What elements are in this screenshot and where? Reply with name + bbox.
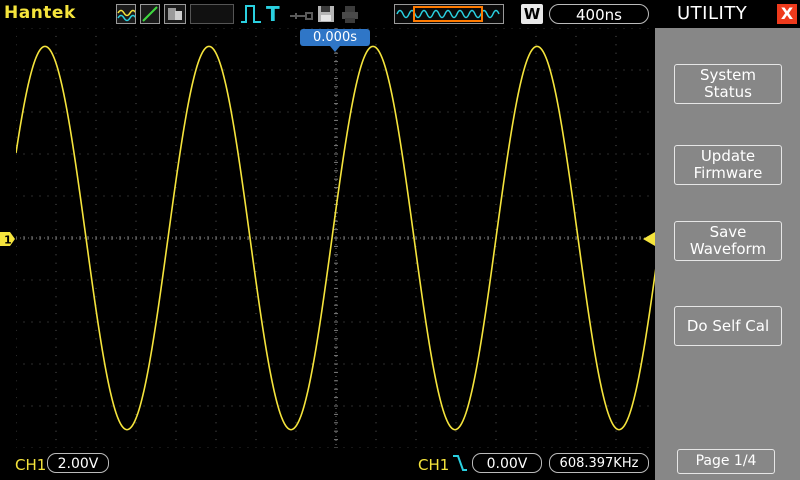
system-status-button[interactable]: System Status xyxy=(674,64,782,104)
trigger-level-readout[interactable]: 0.00V xyxy=(472,453,542,473)
timebase-mode-badge[interactable]: W xyxy=(521,4,543,24)
self-cal-button[interactable]: Do Self Cal xyxy=(674,306,782,346)
trigger-position-readout[interactable]: 0.000s xyxy=(300,29,370,46)
falling-edge-icon xyxy=(453,455,467,471)
trigger-position-arrow xyxy=(330,46,340,52)
ch1-label[interactable]: CH1 xyxy=(15,456,46,474)
memory-window-overview[interactable] xyxy=(394,4,504,24)
memory-window-marker xyxy=(413,6,483,22)
trigger-source-label[interactable]: CH1 xyxy=(418,456,449,474)
graticule xyxy=(16,28,656,448)
bottom-status-bar: CH1 2.00V CH1 0.00V 608.397KHz xyxy=(0,448,655,480)
trigger-type-label: T xyxy=(266,2,280,26)
close-icon[interactable]: X xyxy=(777,4,797,24)
persistence-icon[interactable] xyxy=(164,4,186,24)
save-waveform-button[interactable]: Save Waveform xyxy=(674,221,782,261)
oscilloscope-screen[interactable] xyxy=(16,28,656,448)
printer-icon[interactable] xyxy=(340,4,360,24)
update-firmware-button[interactable]: Update Firmware xyxy=(674,145,782,185)
ch1-marker-label: 1 xyxy=(4,234,12,247)
menu-title-bar: UTILITY X xyxy=(655,0,800,28)
top-status-bar: Hantek T W 400ns xyxy=(0,0,655,28)
page-button[interactable]: Page 1/4 xyxy=(677,449,775,474)
status-box xyxy=(190,4,234,24)
brand-logo: Hantek xyxy=(4,3,76,23)
save-disk-icon[interactable] xyxy=(316,4,336,24)
rising-edge-icon xyxy=(240,4,262,24)
menu-title: UTILITY xyxy=(677,3,748,24)
frequency-readout: 608.397KHz xyxy=(549,453,649,473)
utility-menu-panel: UTILITY X System Status Update Firmware … xyxy=(655,0,800,480)
probe-icon xyxy=(288,4,314,24)
ch1-volts-per-div[interactable]: 2.00V xyxy=(47,453,109,473)
timebase-readout[interactable]: 400ns xyxy=(549,4,649,24)
waveform-icon[interactable] xyxy=(116,4,137,24)
ramp-icon[interactable] xyxy=(140,4,160,24)
ch1-level-marker[interactable]: 1 xyxy=(0,231,16,247)
